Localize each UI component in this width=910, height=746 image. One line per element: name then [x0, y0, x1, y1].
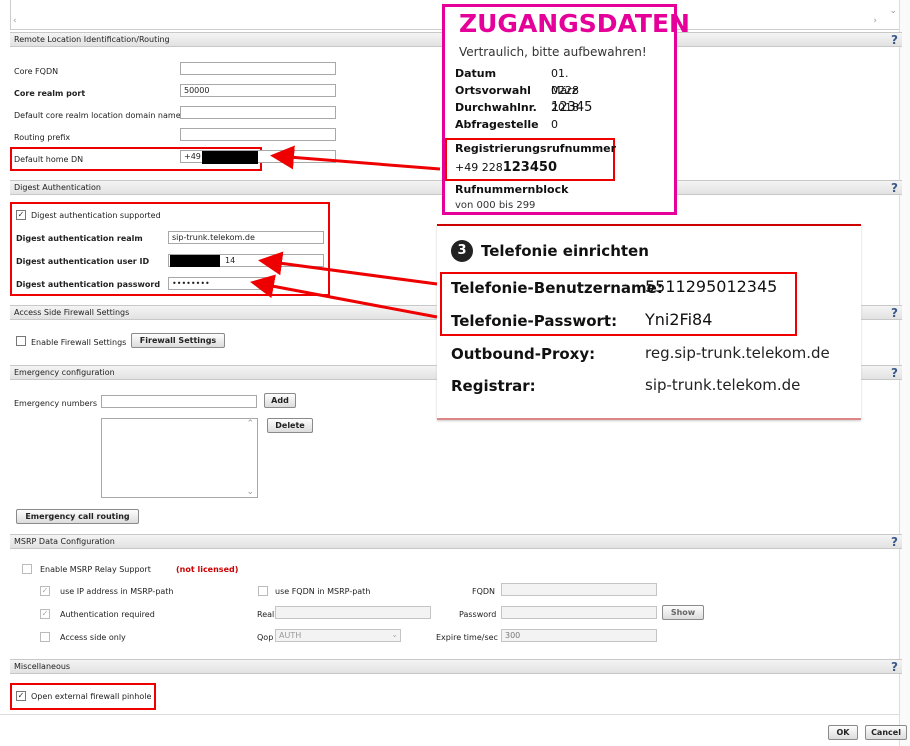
annotation-arrows — [250, 145, 441, 319]
arrow-home-dn — [270, 145, 441, 171]
page: ‹ › ⌄ Remote Location Identification/Rou… — [0, 0, 910, 746]
arrow-password — [250, 274, 438, 319]
arrow-user-id — [258, 251, 438, 286]
